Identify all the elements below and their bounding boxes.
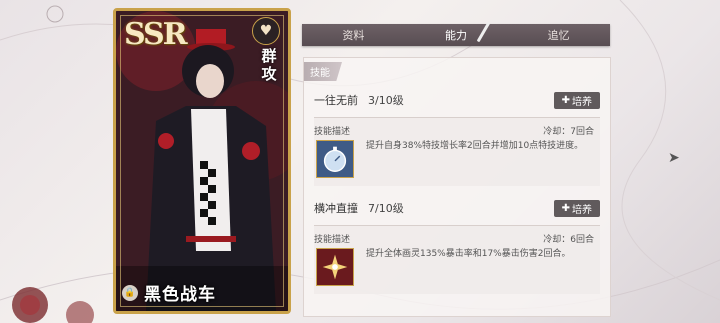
- plus-icon: ✚: [561, 94, 570, 106]
- skill-cooldown: 冷却：7回合: [543, 127, 594, 137]
- tab-bar: 资料 能力 追忆: [302, 21, 610, 46]
- skill-level: 7/10级: [368, 202, 404, 215]
- skill-description: 提升全体画灵135%暴击率和17%暴击伤害2回合。: [366, 249, 571, 259]
- upgrade-button-label: 培养: [572, 204, 592, 216]
- character-card[interactable]: SSR ♥ 群攻 🔒 黑色战车: [113, 8, 291, 314]
- skill-level: 3/10级: [368, 94, 404, 107]
- rose-decoration: [12, 287, 94, 323]
- sparkle-burst-icon[interactable]: [316, 248, 354, 286]
- tab-ability[interactable]: 能力: [429, 21, 491, 43]
- skill-card: 一往无前 3/10级 ✚ 培养 技能描述 冷却：7回合 提升自身38%特技增长率…: [314, 91, 600, 186]
- tab-ability-label: 能力: [444, 29, 467, 42]
- section-label: 技能: [304, 62, 342, 81]
- skill-body: 技能描述 冷却：7回合 提升自身38%特技增长率2回合并增加10点特技进度。: [314, 117, 600, 186]
- tab-memory[interactable]: 追忆: [532, 27, 586, 43]
- next-arrow-icon[interactable]: ➤: [668, 150, 680, 166]
- skill-cooldown: 冷却：6回合: [543, 235, 594, 245]
- stopwatch-icon[interactable]: [316, 140, 354, 178]
- skill-desc-label: 技能描述: [314, 127, 351, 137]
- skill-header: 一往无前 3/10级 ✚ 培养: [314, 91, 600, 109]
- skill-name: 横冲直撞: [314, 202, 358, 215]
- plus-icon: ✚: [561, 202, 570, 214]
- card-type-label: 群攻: [261, 47, 277, 83]
- skills-panel: 技能 一往无前 3/10级 ✚ 培养 技能描述 冷却：7回合 提升自身38%特技…: [303, 57, 611, 317]
- lock-icon[interactable]: 🔒: [122, 284, 138, 301]
- skill-name: 一往无前: [314, 94, 358, 107]
- card-name: 黑色战车: [144, 285, 216, 305]
- tab-profile[interactable]: 资料: [326, 27, 380, 43]
- skill-description: 提升自身38%特技增长率2回合并增加10点特技进度。: [366, 141, 584, 151]
- pen-icon: [476, 21, 491, 43]
- rarity-badge: SSR: [124, 17, 188, 52]
- skill-desc-label: 技能描述: [314, 235, 351, 245]
- heart-icon[interactable]: ♥: [252, 17, 280, 45]
- upgrade-button-label: 培养: [572, 96, 592, 108]
- skill-card: 横冲直撞 7/10级 ✚ 培养 技能描述 冷却：6回合 提升全体画灵135%暴击…: [314, 199, 600, 294]
- skill-body: 技能描述 冷却：6回合 提升全体画灵135%暴击率和17%暴击伤害2回合。: [314, 225, 600, 294]
- card-name-row: 🔒 黑色战车: [122, 280, 216, 305]
- upgrade-button[interactable]: ✚ 培养: [553, 199, 600, 217]
- upgrade-button[interactable]: ✚ 培养: [553, 91, 600, 109]
- skill-header: 横冲直撞 7/10级 ✚ 培养: [314, 199, 600, 217]
